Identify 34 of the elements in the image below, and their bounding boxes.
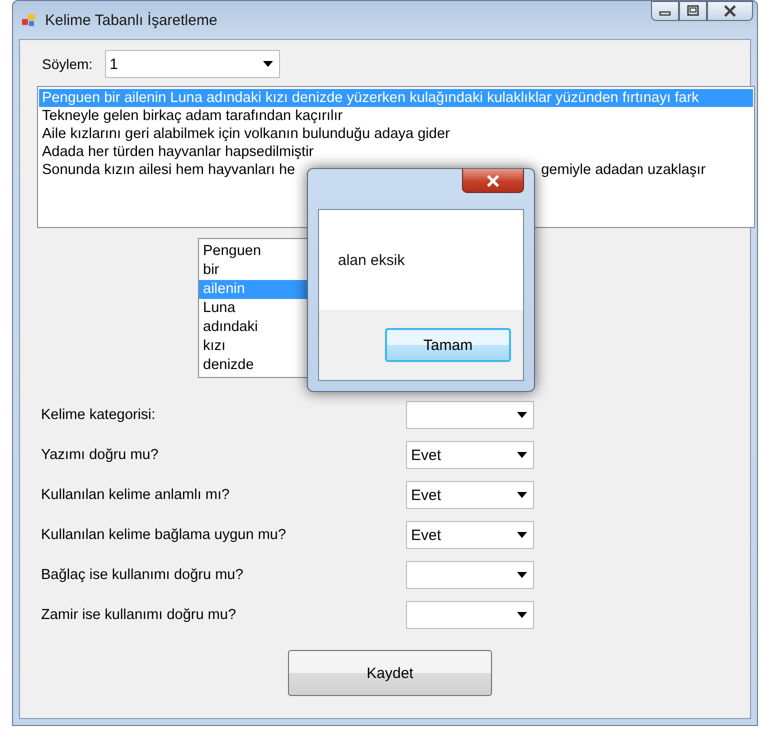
dropdown-arrow-icon: [517, 612, 527, 618]
dropdown-arrow-icon: [517, 532, 527, 538]
field-label: Söylem:: [42, 56, 93, 72]
dropdown-arrow-icon: [517, 412, 527, 418]
list-item[interactable]: Tekneyle gelen birkaç adam tarafından kaçırılır: [39, 107, 753, 125]
list-item[interactable]: Adada her türden hayvanlar hapsedilmiştir: [39, 143, 753, 161]
dropdown-arrow-icon: [517, 572, 527, 578]
list-item[interactable]: Aile kızlarını geri alabilmek için volkanın bulunduğu adaya gider: [39, 125, 753, 143]
answer-dropdown[interactable]: Evet: [406, 441, 534, 469]
message-text: alan eksik: [338, 252, 405, 268]
list-item[interactable]: Sonunda kızın ailesi hem hayvanları he gemiyle adadan uzaklaşır: [39, 161, 753, 179]
maximize-icon: [686, 5, 700, 17]
dropdown-arrow-icon: [517, 452, 527, 458]
minimize-button[interactable]: [651, 1, 679, 21]
dropdown-arrow-icon: [262, 61, 273, 67]
question-label: Zamir ise kullanımı doğru mu?: [40, 607, 238, 623]
close-button[interactable]: [462, 169, 524, 193]
question-label: Yazımı doğru mu?: [40, 447, 160, 463]
question-label: Bağlaç ise kullanımı doğru mu?: [40, 567, 244, 583]
dropdown-arrow-icon: [517, 492, 527, 498]
sentence-dropdown[interactable]: 1: [104, 50, 280, 78]
app-icon: [21, 12, 37, 28]
answer-dropdown[interactable]: Evet: [406, 481, 534, 509]
question-label: Kelime kategorisi:: [40, 407, 156, 423]
question-label: Kullanılan kelime anlamlı mı?: [40, 487, 231, 503]
maximize-button[interactable]: [679, 1, 707, 21]
close-icon: [485, 174, 501, 186]
save-button[interactable]: Kaydet: [288, 650, 492, 696]
ok-button[interactable]: Tamam: [385, 328, 511, 362]
close-button[interactable]: [707, 1, 753, 21]
window-title: Kelime Tabanlı İşaretleme: [45, 12, 218, 28]
answer-dropdown[interactable]: Evet: [406, 521, 534, 549]
question-label: Kullanılan kelime bağlama uygun mu?: [40, 527, 288, 543]
close-icon: [723, 5, 737, 17]
